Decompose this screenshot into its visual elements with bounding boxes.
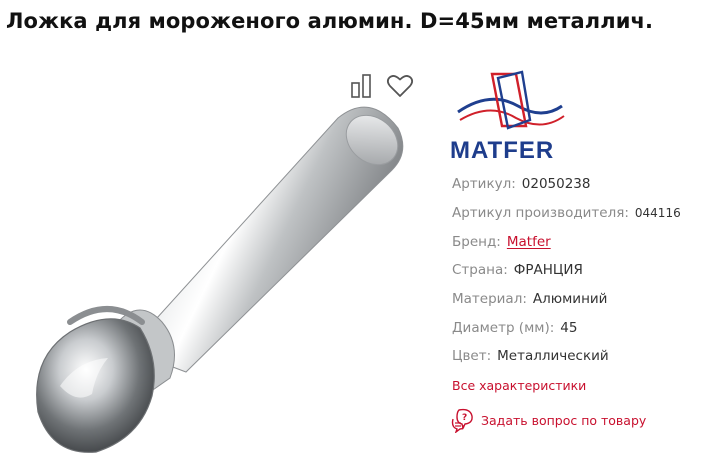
spec-label: Бренд: xyxy=(452,233,501,250)
spec-value: Металлический xyxy=(497,348,609,365)
heart-icon[interactable] xyxy=(386,73,414,99)
product-title: Ложка для мороженого алюмин. D=45мм мета… xyxy=(6,9,654,33)
spec-row-diameter: Диаметр (мм): 45 xyxy=(452,313,681,342)
spec-value: 02050238 xyxy=(521,176,591,193)
spec-label: Артикул производителя: xyxy=(452,205,629,222)
spec-row-brand: Бренд: Matfer xyxy=(452,227,681,256)
ask-question-label: Задать вопрос по товару xyxy=(481,412,647,428)
spec-label: Страна: xyxy=(452,262,508,279)
spec-row-country: Страна: ФРАНЦИЯ xyxy=(452,256,681,285)
spec-row-material: Материал: Алюминий xyxy=(452,285,681,314)
spec-list: Артикул: 02050238 Артикул производителя:… xyxy=(452,170,681,371)
spec-label: Цвет: xyxy=(452,348,492,365)
compare-icon[interactable] xyxy=(350,73,374,99)
brand-link[interactable]: Matfer xyxy=(507,234,551,250)
spec-value: 044116 xyxy=(634,206,681,221)
spec-row-article: Артикул: 02050238 xyxy=(452,170,681,199)
spec-row-color: Цвет: Металлический xyxy=(452,342,681,371)
spec-value: 45 xyxy=(560,319,578,336)
product-image xyxy=(36,106,404,453)
chat-question-icon: ? xyxy=(451,408,473,433)
spec-label: Диаметр (мм): xyxy=(452,319,555,336)
brand-logo-text: MATFER xyxy=(450,137,554,164)
svg-text:?: ? xyxy=(462,413,467,423)
ask-question-link[interactable]: ? Задать вопрос по товару xyxy=(450,407,646,433)
spec-label: Материал: xyxy=(452,291,527,308)
brand-logo[interactable]: MATFER xyxy=(450,68,570,164)
all-specs-link[interactable]: Все характеристики xyxy=(452,378,586,393)
spec-row-manufacturer-article: Артикул производителя: 044116 xyxy=(452,199,681,228)
spec-label: Артикул: xyxy=(452,176,516,193)
product-gallery[interactable] xyxy=(0,60,440,456)
spec-value: Алюминий xyxy=(532,291,608,308)
spec-value: ФРАНЦИЯ xyxy=(513,262,583,279)
